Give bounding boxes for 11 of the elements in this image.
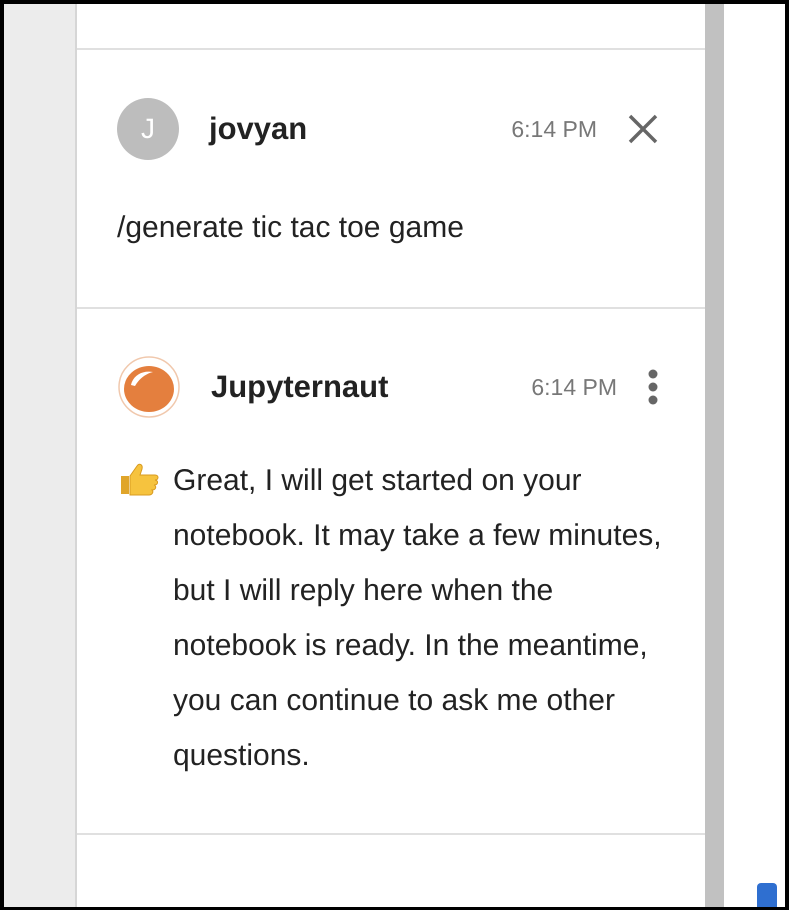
bot-avatar-icon bbox=[117, 355, 181, 419]
message-text: /generate tic tac toe game bbox=[117, 210, 464, 246]
message-time: 6:14 PM bbox=[531, 374, 617, 400]
message-text: Great, I will get started on your notebook. It may take a few minutes, but I will reply here when the notebook is ready. In the meantime, you can continue to ask me other questions. bbox=[173, 463, 662, 774]
scrollbar[interactable] bbox=[705, 4, 724, 907]
sender-name: jovyan bbox=[209, 111, 308, 147]
user-avatar: J bbox=[117, 98, 179, 160]
close-button[interactable] bbox=[627, 113, 659, 145]
more-options-button[interactable] bbox=[647, 369, 659, 405]
sender-name: Jupyternaut bbox=[211, 369, 390, 405]
message-time: 6:14 PM bbox=[511, 116, 597, 142]
